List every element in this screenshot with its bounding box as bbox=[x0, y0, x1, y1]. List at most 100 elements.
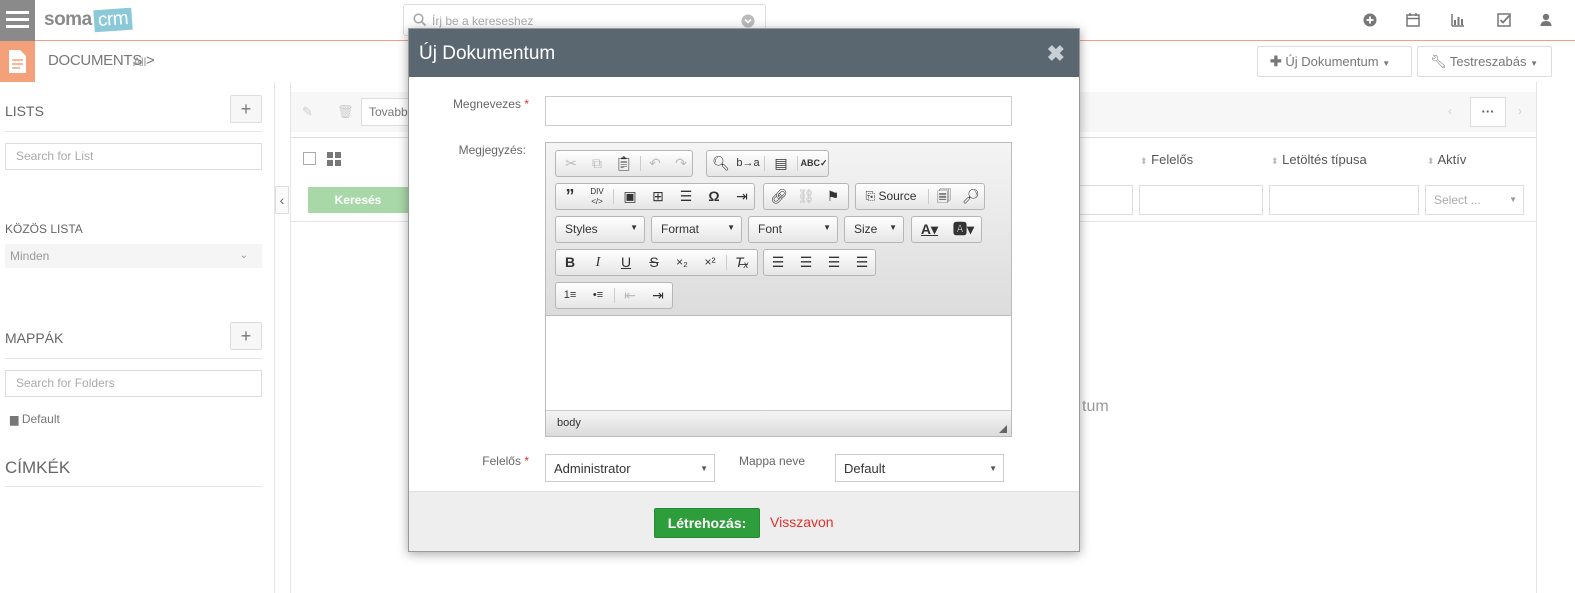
name-label: Megnevezes * bbox=[449, 97, 529, 111]
numbered-list-icon[interactable]: 1≡ bbox=[556, 283, 584, 308]
add-icon[interactable] bbox=[1362, 12, 1378, 28]
app-logo[interactable]: soma crm bbox=[44, 7, 133, 33]
folder-label: Mappa neve bbox=[739, 454, 806, 468]
edit-icon[interactable]: ✎ bbox=[302, 104, 313, 120]
add-list-button[interactable]: + bbox=[230, 95, 262, 123]
special-char-icon[interactable]: Ω bbox=[700, 184, 728, 209]
background-color-icon[interactable]: 🅰︎▾ bbox=[947, 217, 980, 242]
download-type-filter-input[interactable] bbox=[1269, 185, 1419, 215]
grid-view-icon[interactable] bbox=[327, 152, 341, 166]
element-path[interactable]: body bbox=[557, 417, 581, 429]
italic-icon[interactable]: I bbox=[584, 250, 612, 275]
image-icon[interactable]: ▣ bbox=[616, 184, 644, 209]
close-icon[interactable]: ✖ bbox=[1047, 41, 1065, 67]
pager-prev[interactable]: ‹ bbox=[1448, 104, 1452, 118]
chevron-down-icon[interactable] bbox=[741, 14, 755, 28]
filter-input[interactable] bbox=[1078, 185, 1133, 215]
list-search-input[interactable]: Search for List bbox=[5, 143, 262, 170]
search-placeholder: Írj be a kereseshez bbox=[432, 14, 534, 28]
user-icon[interactable] bbox=[1538, 12, 1554, 28]
spellcheck-icon[interactable]: ABC✓ bbox=[800, 151, 828, 176]
subscript-icon[interactable]: ×₂ bbox=[668, 250, 696, 275]
owner-label-text: Felelős bbox=[482, 454, 521, 468]
blockquote-icon[interactable]: ” bbox=[556, 184, 584, 209]
active-filter-select[interactable]: Select ... ▼ bbox=[1425, 185, 1524, 215]
plus-icon: ✚ bbox=[1270, 53, 1282, 69]
folder-search-input[interactable]: Search for Folders bbox=[5, 370, 262, 397]
pager-more-button[interactable]: ··· bbox=[1470, 97, 1506, 127]
collapse-sidebar-button[interactable]: ‹ bbox=[275, 186, 289, 214]
source-button[interactable]: ⎘ Source bbox=[857, 184, 925, 209]
calendar-icon[interactable] bbox=[1405, 12, 1421, 28]
column-active[interactable]: ⬍ Aktív bbox=[1427, 152, 1466, 167]
column-owner[interactable]: ⬍ Felelős bbox=[1140, 152, 1193, 167]
note-label: Megjegyzés: bbox=[458, 143, 526, 157]
format-combo[interactable]: Format ▼ bbox=[651, 216, 742, 243]
create-button[interactable]: Létrehozás: bbox=[654, 508, 760, 538]
new-document-button[interactable]: ✚ Új Dokumentum ▼ bbox=[1257, 46, 1412, 77]
select-all-icon[interactable]: ▤ bbox=[767, 151, 795, 176]
size-combo[interactable]: Size ▼ bbox=[844, 216, 904, 243]
find-icon[interactable]: 🔍︎ bbox=[707, 151, 735, 176]
styles-combo[interactable]: Styles ▼ bbox=[555, 216, 645, 243]
search-button[interactable]: Keresés bbox=[308, 187, 408, 213]
owner-filter-input[interactable] bbox=[1139, 185, 1263, 215]
underline-icon[interactable]: U bbox=[612, 250, 640, 275]
tags-title: CÍMKÉK bbox=[5, 458, 71, 477]
search-group: 🔍︎ b→a ▤ ABC✓ bbox=[706, 150, 829, 177]
column-active-label: Aktív bbox=[1437, 152, 1467, 167]
indent-icon[interactable]: ⇥ bbox=[644, 283, 672, 308]
strike-icon[interactable]: S bbox=[640, 250, 668, 275]
separator bbox=[764, 156, 765, 171]
owner-select[interactable]: Administrator ▼ bbox=[545, 454, 715, 482]
link-icon[interactable]: 🔗︎ bbox=[765, 184, 793, 209]
redo-icon[interactable]: ↷ bbox=[667, 151, 695, 176]
remove-format-icon[interactable]: T̶ₓ bbox=[728, 250, 756, 275]
editor-content-area[interactable] bbox=[546, 316, 1011, 410]
customize-button[interactable]: 🔧︎ Testreszabás ▼ bbox=[1417, 46, 1552, 77]
copy-icon[interactable]: ⧉ bbox=[583, 151, 611, 176]
select-all-checkbox[interactable] bbox=[303, 152, 316, 165]
template-icon[interactable]: 🗐︎ bbox=[930, 184, 958, 209]
font-combo[interactable]: Font ▼ bbox=[748, 216, 838, 243]
name-input[interactable] bbox=[545, 96, 1012, 126]
folder-select[interactable]: Default ▼ bbox=[835, 454, 1004, 482]
pagebreak-icon[interactable]: ⇥ bbox=[728, 184, 756, 209]
folder-item-default[interactable]: ▆ Default bbox=[10, 412, 60, 426]
undo-icon[interactable]: ↶ bbox=[641, 151, 669, 176]
required-marker: * bbox=[524, 97, 529, 111]
align-right-icon[interactable]: ☰ bbox=[820, 250, 848, 275]
preview-icon[interactable]: 🔎︎ bbox=[957, 184, 985, 209]
add-folder-button[interactable]: + bbox=[230, 322, 262, 350]
shared-list-select[interactable]: Minden ⌄ bbox=[5, 244, 262, 268]
menu-icon[interactable] bbox=[0, 0, 35, 41]
more-actions-button[interactable]: Tovabb bbox=[361, 98, 411, 126]
unlink-icon[interactable]: ⛓ bbox=[792, 184, 820, 209]
div-icon[interactable]: DIV </> bbox=[583, 184, 611, 209]
bulleted-list-icon[interactable]: •≡ bbox=[584, 283, 612, 308]
modal-header: Új Dokumentum ✖ bbox=[409, 29, 1079, 77]
new-document-modal: Új Dokumentum ✖ Megnevezes * Megjegyzés:… bbox=[408, 28, 1080, 552]
align-left-icon[interactable]: ☰ bbox=[764, 250, 792, 275]
paste-icon[interactable]: 📋︎ bbox=[610, 151, 638, 176]
resize-handle-icon[interactable] bbox=[999, 425, 1007, 433]
delete-icon[interactable]: 🗑︎ bbox=[337, 104, 354, 120]
bold-icon[interactable]: B bbox=[556, 250, 584, 275]
horizontal-rule-icon[interactable]: ☰ bbox=[672, 184, 700, 209]
superscript-icon[interactable]: ×² bbox=[696, 250, 724, 275]
outdent-icon[interactable]: ⇤ bbox=[616, 283, 644, 308]
pager-next[interactable]: › bbox=[1518, 104, 1522, 118]
table-icon[interactable]: ⊞ bbox=[644, 184, 672, 209]
replace-icon[interactable]: b→a bbox=[734, 151, 762, 176]
column-download-type[interactable]: ⬍ Letöltés típusa bbox=[1271, 152, 1367, 167]
align-justify-icon[interactable]: ☰ bbox=[848, 250, 876, 275]
tasks-icon[interactable] bbox=[1496, 12, 1512, 28]
cancel-link[interactable]: Visszavon bbox=[770, 514, 834, 530]
caret-down-icon: ▼ bbox=[700, 464, 708, 473]
anchor-flag-icon[interactable]: ⚑ bbox=[819, 184, 847, 209]
chart-icon[interactable] bbox=[1450, 12, 1466, 28]
text-color-icon[interactable]: A▾ bbox=[913, 217, 946, 242]
breadcrumb-title[interactable]: DOCUMENTS bbox=[48, 52, 142, 69]
align-center-icon[interactable]: ☰ bbox=[792, 250, 820, 275]
cut-icon[interactable]: ✂ bbox=[557, 151, 585, 176]
